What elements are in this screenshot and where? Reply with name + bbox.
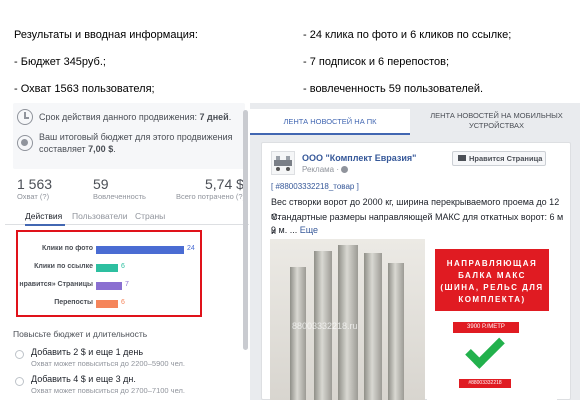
- reach-label: Охват (?): [17, 192, 50, 201]
- post-hashtag-link[interactable]: [ #88003332218_товар ]: [271, 182, 359, 191]
- ad-post: ООО "Комплект Евразия" Реклама · Нравитс…: [261, 142, 571, 400]
- bar-label: Клики по ссылке: [34, 263, 93, 270]
- intro-clicks: - 24 клика по фото и 6 кликов по ссылке;: [303, 29, 512, 41]
- post-text-line3: 9 м. ... Еще: [271, 225, 319, 235]
- logo-icon: [274, 156, 292, 171]
- like-page-button[interactable]: Нравится Страница: [452, 151, 546, 166]
- engagement-label: Вовлеченность: [93, 192, 146, 201]
- budget-option-2-title[interactable]: Добавить 4 $ и еще 3 дн.: [31, 374, 136, 384]
- budget-option-2-radio[interactable]: [15, 377, 24, 386]
- bar-value-label: 6: [121, 263, 125, 270]
- tab-desktop-feed[interactable]: ЛЕНТА НОВОСТЕЙ НА ПК: [250, 109, 410, 135]
- like-icon: [458, 155, 466, 161]
- intro-engaged: - вовлеченность 59 пользователей.: [303, 83, 484, 95]
- page-name-link[interactable]: ООО "Комплект Евразия": [302, 153, 416, 163]
- bar-label: Клики по фото: [42, 245, 93, 252]
- budget-section-heading: Повысьте бюджет и длительность: [13, 329, 148, 339]
- budget-option-2-subtitle: Охват может повыситься до 2700–7100 чел.: [31, 386, 185, 395]
- globe-icon: [341, 166, 349, 174]
- product-photo[interactable]: 88003332218.ru: [270, 239, 425, 400]
- spent-label: Всего потрачено (?): [176, 192, 246, 201]
- chart-bar: [96, 246, 184, 254]
- intro-subs: - 7 подписок и 6 перепостов;: [303, 56, 450, 68]
- budget-option-1-title[interactable]: Добавить 2 $ и еще 1 день: [31, 347, 143, 357]
- budget-option-1-subtitle: Охват может повыситься до 2200–5900 чел.: [31, 359, 185, 368]
- tab-mobile-feed[interactable]: ЛЕНТА НОВОСТЕЙ НА МОБИЛЬНЫХ УСТРОЙСТВАХ: [413, 109, 580, 135]
- chart-bar: [96, 282, 122, 290]
- tab-actions[interactable]: Действия: [25, 211, 62, 221]
- intro-reach: - Охват 1563 пользователя;: [14, 83, 155, 95]
- spent-value: 5,74 $: [205, 176, 244, 192]
- bar-label: Перепосты: [54, 299, 93, 306]
- coins-icon: [17, 135, 33, 151]
- intro-title: Результаты и вводная информация:: [14, 29, 198, 41]
- bar-value-label: 7: [125, 281, 129, 288]
- banner-price: 3900 Р./МЕТР: [453, 322, 519, 333]
- ad-preview-panel: ЛЕНТА НОВОСТЕЙ НА ПК ЛЕНТА НОВОСТЕЙ НА М…: [250, 103, 580, 400]
- chart-bar: [96, 300, 118, 308]
- bar-label: нравится» Страницы: [19, 281, 93, 288]
- product-banner: НАПРАВЛЯЮЩАЯ БАЛКА МАКС (ШИНА, РЕЛЬС ДЛЯ…: [427, 239, 557, 400]
- left-panel-scrollbar[interactable]: [243, 110, 248, 350]
- budget-option-1-radio[interactable]: [15, 350, 24, 359]
- banner-phone: #88003332218: [459, 379, 511, 388]
- tab-users[interactable]: Пользователи: [72, 211, 127, 221]
- banner-title: НАПРАВЛЯЮЩАЯ БАЛКА МАКС (ШИНА, РЕЛЬС ДЛЯ…: [435, 249, 549, 311]
- sponsored-label: Реклама ·: [302, 165, 349, 174]
- chart-bar: [96, 264, 118, 272]
- clock-icon: [17, 109, 33, 125]
- promotion-results-panel: Срок действия данного продвижения: 7 дне…: [5, 103, 249, 400]
- bar-value-label: 6: [121, 299, 125, 306]
- bar-value-label: 24: [187, 245, 195, 252]
- intro-budget: - Бюджет 345руб.;: [14, 56, 106, 68]
- engagement-value: 59: [93, 176, 109, 192]
- actions-bar-chart: Клики по фото 24 Клики по ссылке 6 нравится»…: [16, 230, 202, 317]
- budget-text-line1: Ваш итоговый бюджет для этого продвижени…: [39, 132, 233, 142]
- feed-tabs: ЛЕНТА НОВОСТЕЙ НА ПК ЛЕНТА НОВОСТЕЙ НА М…: [250, 109, 580, 135]
- results-tabs: Действия Пользователи Страны: [5, 207, 249, 226]
- see-more-link[interactable]: Еще: [297, 225, 318, 235]
- duration-text: Срок действия данного продвижения: 7 дне…: [39, 112, 232, 122]
- promotion-info-card: Срок действия данного продвижения: 7 дне…: [13, 103, 245, 169]
- tab-countries[interactable]: Страны: [135, 211, 165, 221]
- reach-value: 1 563: [17, 176, 53, 192]
- checkmark-icon: [465, 329, 505, 369]
- active-tab-indicator: [25, 224, 65, 226]
- budget-text-line2: составляет 7,00 $.: [39, 144, 116, 154]
- page-avatar[interactable]: [271, 151, 295, 175]
- photo-watermark: 88003332218.ru: [292, 321, 358, 331]
